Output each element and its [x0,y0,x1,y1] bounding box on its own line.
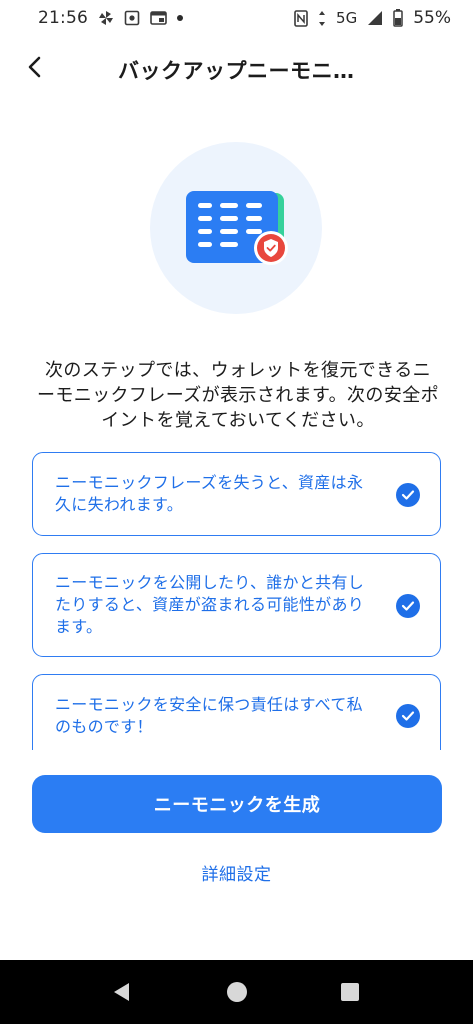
status-time: 21:56 [38,8,88,28]
pinwheel-notification-icon [98,10,114,26]
mnemonic-card-shield-icon [186,191,288,265]
back-button[interactable] [18,52,52,86]
status-bar: 21:56 5G 55% [0,0,473,36]
status-right: 5G 55% [294,8,451,28]
data-arrows-icon [318,10,326,27]
battery-icon [393,9,403,27]
warning-card-sharing[interactable]: ニーモニックを公開したり、誰かと共有したりすると、資産が盗まれる可能性があります… [32,553,441,657]
warning-card-loss[interactable]: ニーモニックフレーズを失うと、資産は永久に失われます。 [32,452,441,536]
intro-text: 次のステップでは、ウォレットを復元できるニーモニックフレーズが表示されます。次の… [36,360,440,431]
nav-back-button[interactable] [110,980,134,1004]
check-circle-icon[interactable] [396,483,420,507]
warning-text: ニーモニックフレーズを失うと、資産は永久に失われます。 [55,473,364,514]
signal-icon [367,10,383,26]
warning-card-responsibility[interactable]: ニーモニックを安全に保つ責任はすべて私のものです！ [32,674,441,750]
backup-mnemonic-screen: 21:56 5G 55% バックアップニーモニ… 次のステップでは、ウォレットを… [0,0,473,1024]
nfc-icon [294,9,308,27]
mnemonic-illustration [150,142,322,314]
navigation-bar [0,960,473,1024]
triangle-back-icon [114,983,129,1001]
nav-home-button[interactable] [225,980,249,1004]
warning-text: ニーモニックを安全に保つ責任はすべて私のものです！ [55,695,363,736]
chevron-left-icon [25,56,45,82]
gear-notification-icon [124,10,140,26]
warning-list[interactable]: ニーモニックフレーズを失うと、資産は永久に失われます。 ニーモニックを公開したり… [0,448,473,750]
header: バックアップニーモニ… [0,44,473,94]
calendar-notification-icon [150,10,167,26]
more-notifications-dot-icon [177,15,183,21]
battery-percent: 55% [413,8,451,28]
warning-text: ニーモニックを公開したり、誰かと共有したりすると、資産が盗まれる可能性があります… [55,573,365,636]
nav-recents-button[interactable] [338,980,362,1004]
generate-mnemonic-button[interactable]: ニーモニックを生成 [32,775,442,833]
circle-home-icon [227,982,247,1002]
page-title: バックアップニーモニ… [118,59,355,83]
status-left: 21:56 [38,8,183,28]
square-recents-icon [341,983,359,1001]
check-circle-icon[interactable] [396,594,420,618]
network-type: 5G [336,9,358,27]
advanced-settings-link[interactable]: 詳細設定 [0,860,473,885]
check-circle-icon[interactable] [396,704,420,728]
